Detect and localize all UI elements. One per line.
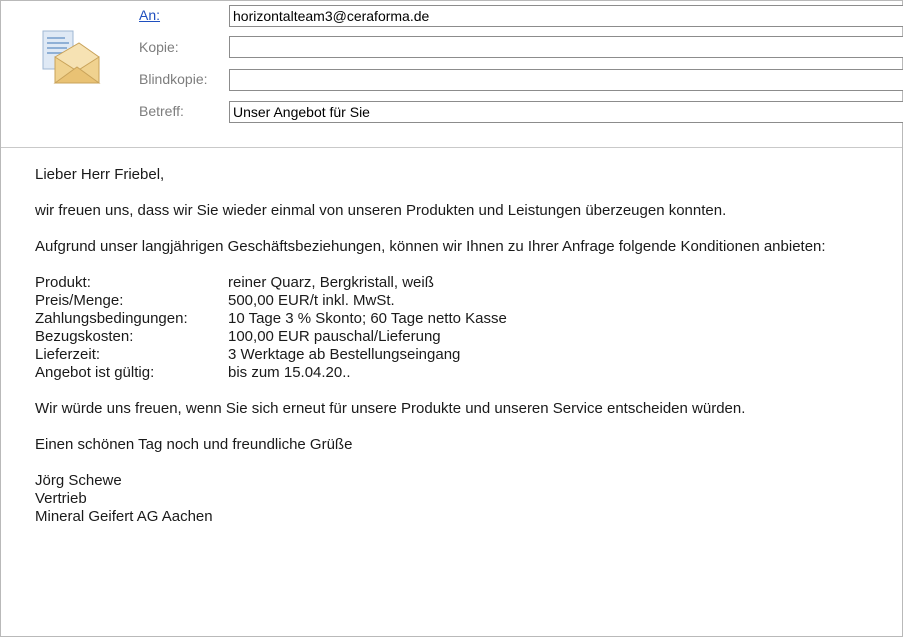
to-field[interactable]: horizontalteam3@ceraforma.de [229,5,903,27]
spec-label: Zahlungsbedingungen: [35,310,188,327]
spec-value: 3 Werktage ab Bestellungseingang [228,346,461,363]
paragraph-thanks: Wir würde uns freuen, wenn Sie sich erne… [35,400,746,417]
spec-label: Preis/Menge: [35,292,124,309]
paragraph-intro: wir freuen uns, dass wir Sie wieder einm… [35,202,727,219]
header-divider [1,147,902,148]
cc-field[interactable] [229,36,903,58]
subject-field[interactable]: Unser Angebot für Sie [229,101,903,123]
spec-label: Bezugskosten: [35,328,134,345]
spec-value: bis zum 15.04.20.. [228,364,351,381]
spec-value: reiner Quarz, Bergkristall, weiß [228,274,434,291]
bcc-label: Blindkopie: [139,71,208,87]
paragraph-offer: Aufgrund unser langjährigen Geschäftsbez… [35,238,826,255]
signature-company: Mineral Geifert AG Aachen [35,508,213,525]
spec-value: 100,00 EUR pauschal/Lieferung [228,328,441,345]
greeting: Lieber Herr Friebel, [35,166,165,183]
signature-name: Jörg Schewe [35,472,122,489]
envelope-icon [42,30,101,84]
to-label[interactable]: An: [139,7,160,23]
spec-value: 500,00 EUR/t inkl. MwSt. [228,292,395,309]
bcc-field[interactable] [229,69,903,91]
spec-label: Produkt: [35,274,91,291]
closing: Einen schönen Tag noch und freundliche G… [35,436,353,453]
spec-label: Angebot ist gültig: [35,364,155,381]
email-compose-window: An: horizontalteam3@ceraforma.de Kopie: … [0,0,903,637]
cc-label: Kopie: [139,39,179,55]
subject-label: Betreff: [139,103,184,119]
message-body[interactable]: Lieber Herr Friebel, wir freuen uns, das… [35,166,885,526]
email-header: An: horizontalteam3@ceraforma.de Kopie: … [1,1,903,147]
spec-value: 10 Tage 3 % Skonto; 60 Tage netto Kasse [228,310,507,327]
signature-dept: Vertrieb [35,490,87,507]
conditions-list: Produkt: reiner Quarz, Bergkristall, wei… [35,274,885,382]
spec-label: Lieferzeit: [35,346,101,363]
